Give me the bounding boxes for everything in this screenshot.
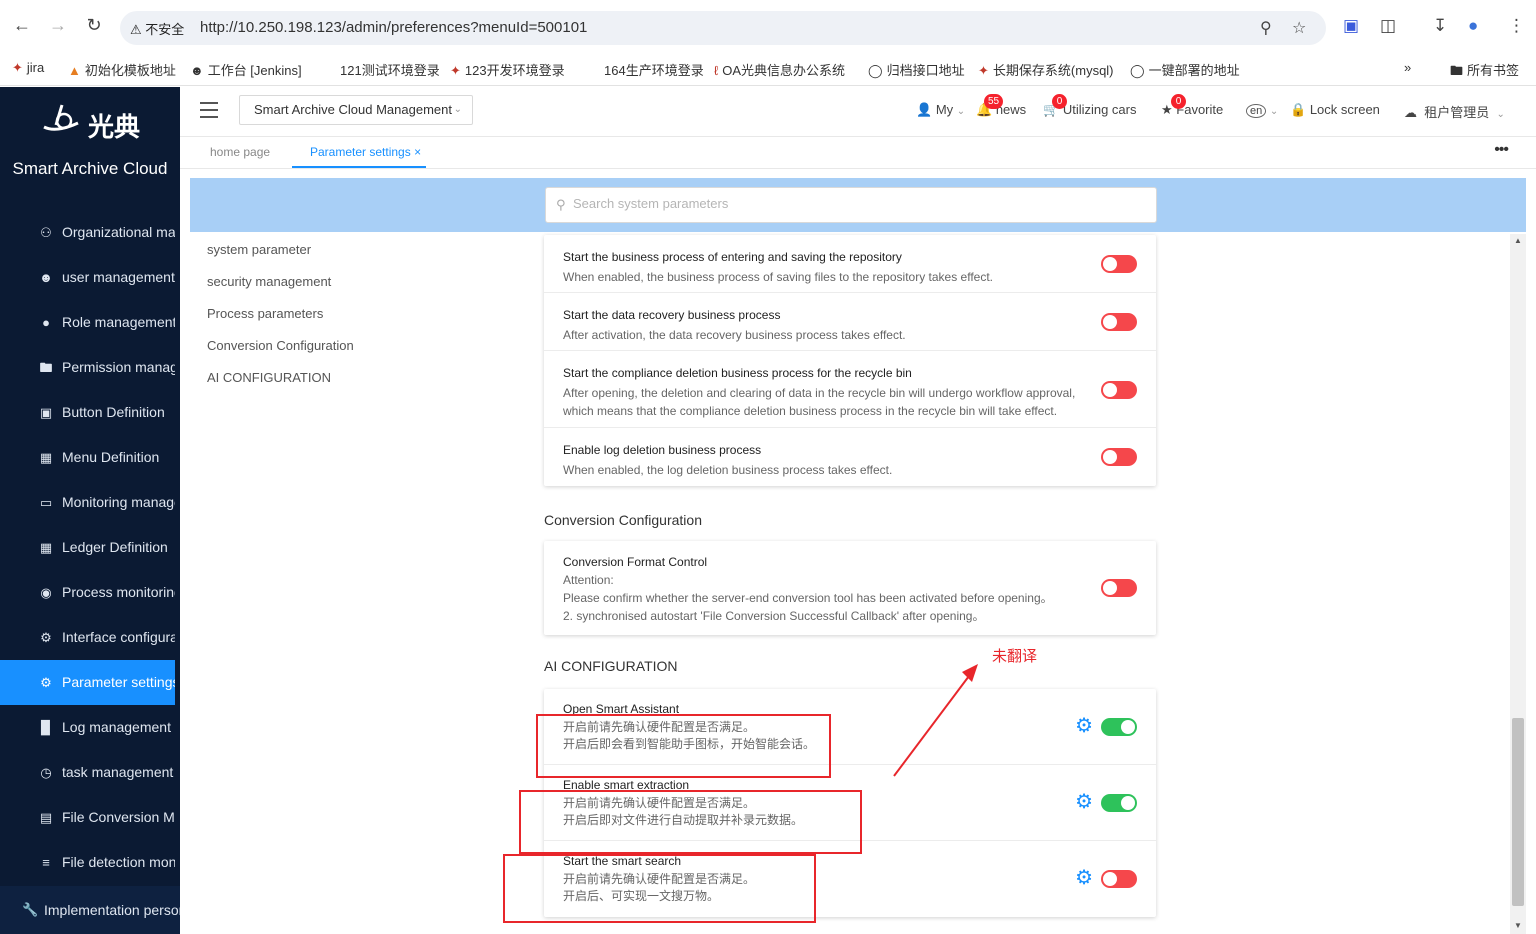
annotation-text: 未翻译 (992, 648, 1038, 665)
annotation-arrow (893, 664, 978, 777)
